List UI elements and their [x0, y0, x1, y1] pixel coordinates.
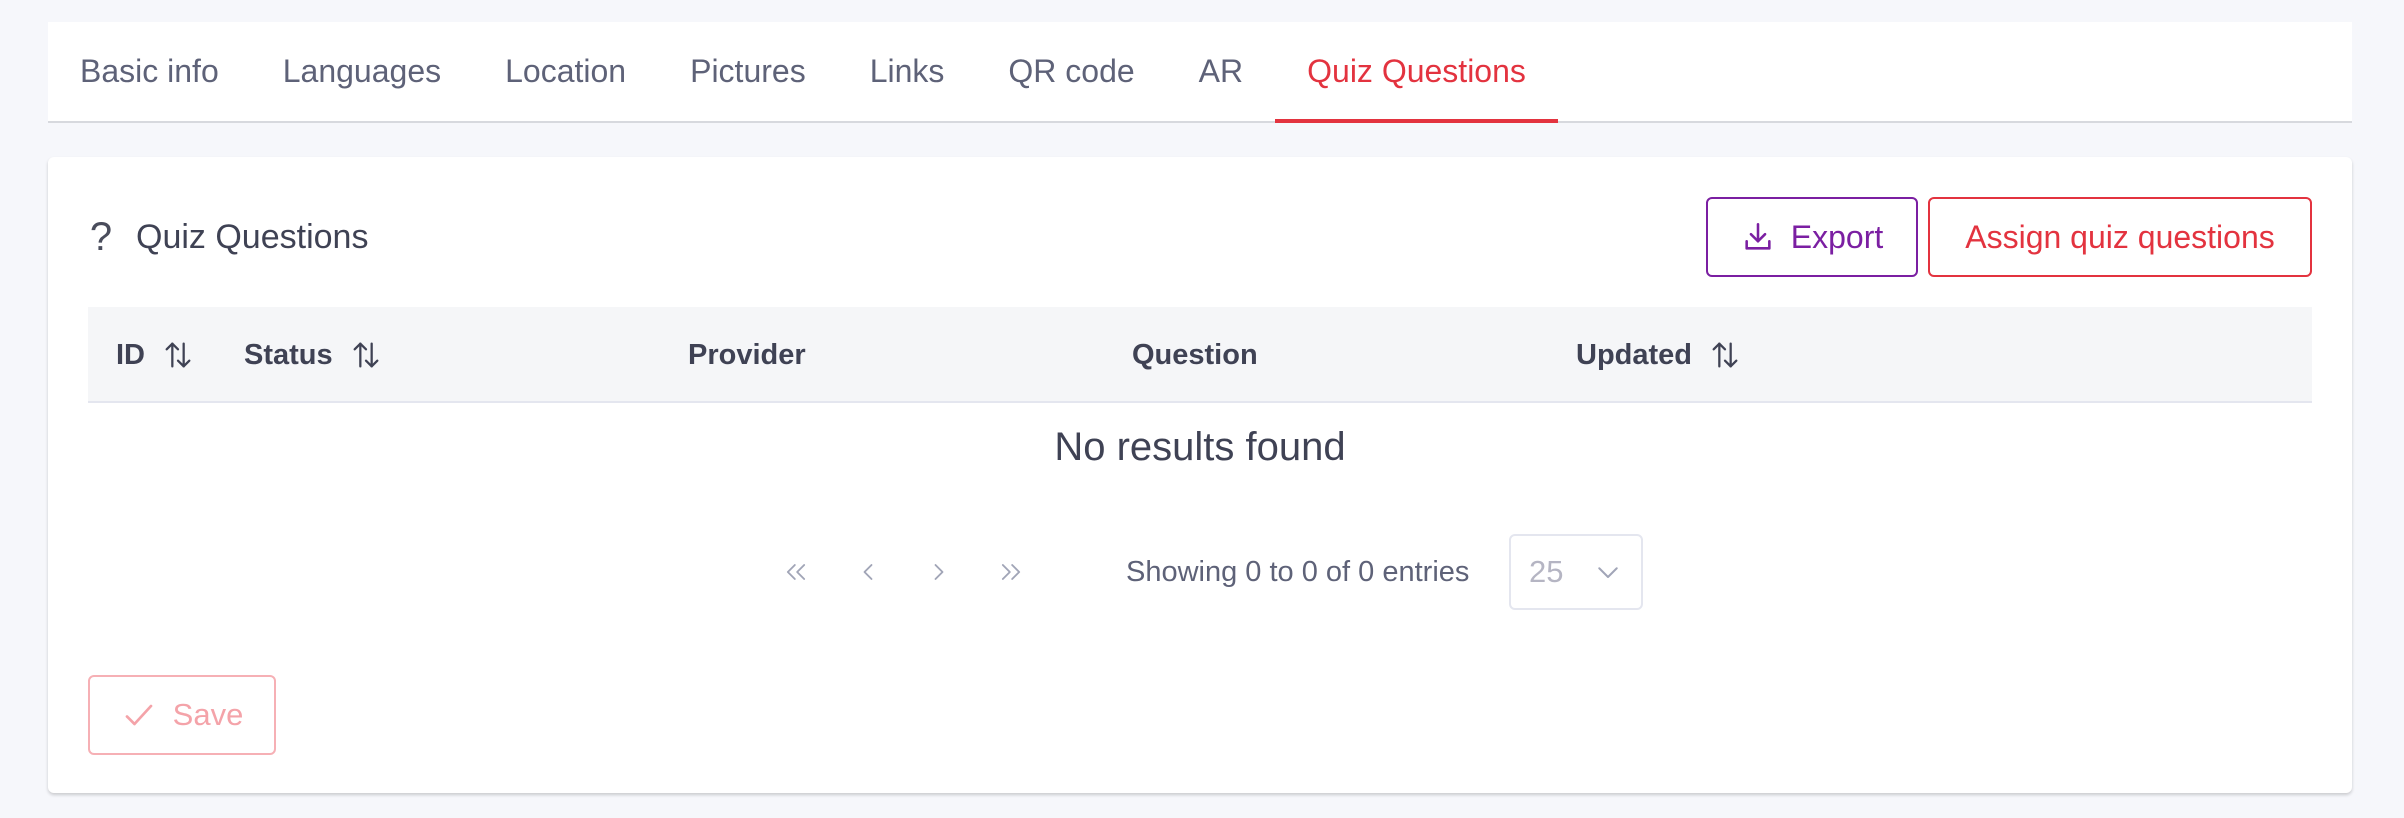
assign-label: Assign quiz questions — [1965, 218, 2275, 255]
tab-ar[interactable]: AR — [1167, 22, 1275, 121]
card-title-text: Quiz Questions — [136, 217, 369, 256]
table-header: ID Status Provider Question Updated — [88, 307, 2312, 403]
save-label: Save — [172, 697, 244, 732]
sort-icon — [165, 342, 191, 368]
tab-pictures[interactable]: Pictures — [658, 22, 838, 121]
tab-bar: Basic info Languages Location Pictures L… — [48, 22, 2352, 123]
column-header-provider: Provider — [688, 307, 806, 403]
header-actions: Export Assign quiz questions — [1706, 197, 2312, 277]
previous-page-button[interactable] — [843, 534, 893, 610]
sort-icon — [353, 342, 379, 368]
column-label: Status — [244, 338, 333, 371]
next-page-button[interactable] — [914, 534, 964, 610]
tab-links[interactable]: Links — [838, 22, 977, 121]
tab-quiz-questions[interactable]: Quiz Questions — [1275, 22, 1558, 123]
question-mark-icon: ? — [89, 215, 113, 259]
check-icon — [125, 704, 153, 726]
column-label: Updated — [1576, 338, 1692, 371]
save-button[interactable]: Save — [88, 675, 276, 755]
entries-info: Showing 0 to 0 of 0 entries — [1126, 555, 1470, 588]
column-header-question: Question — [1132, 307, 1258, 403]
assign-quiz-questions-button[interactable]: Assign quiz questions — [1928, 197, 2312, 277]
chevrons-left-icon — [786, 564, 806, 580]
column-label: ID — [116, 338, 145, 371]
tabs-list: Basic info Languages Location Pictures L… — [48, 22, 2352, 123]
export-label: Export — [1790, 218, 1884, 255]
column-header-updated[interactable]: Updated — [1576, 307, 1742, 403]
last-page-button[interactable] — [986, 534, 1036, 610]
quiz-questions-card: ? Quiz Questions Export Assign quiz ques… — [48, 157, 2352, 793]
sort-icon — [1712, 342, 1738, 368]
page-size-value: 25 — [1529, 554, 1564, 589]
tab-languages[interactable]: Languages — [251, 22, 473, 121]
tab-basic-info[interactable]: Basic info — [80, 22, 251, 121]
column-header-id[interactable]: ID — [116, 307, 195, 403]
card-header: ? Quiz Questions Export Assign quiz ques… — [88, 197, 2312, 277]
tab-qr-code[interactable]: QR code — [976, 22, 1166, 121]
chevron-down-icon — [1598, 567, 1618, 578]
export-button[interactable]: Export — [1706, 197, 1918, 277]
tab-location[interactable]: Location — [473, 22, 658, 121]
chevron-right-icon — [934, 564, 944, 580]
chevrons-right-icon — [1001, 564, 1021, 580]
chevron-left-icon — [863, 564, 873, 580]
card-title: ? Quiz Questions — [88, 215, 369, 259]
column-label: Question — [1132, 338, 1258, 371]
download-icon — [1745, 222, 1771, 250]
column-header-status[interactable]: Status — [244, 307, 383, 403]
pagination: Showing 0 to 0 of 0 entries 25 — [48, 534, 2352, 610]
column-label: Provider — [688, 338, 806, 371]
first-page-button[interactable] — [771, 534, 821, 610]
page-size-select[interactable]: 25 — [1509, 534, 1643, 610]
empty-state-text: No results found — [1054, 425, 1346, 469]
